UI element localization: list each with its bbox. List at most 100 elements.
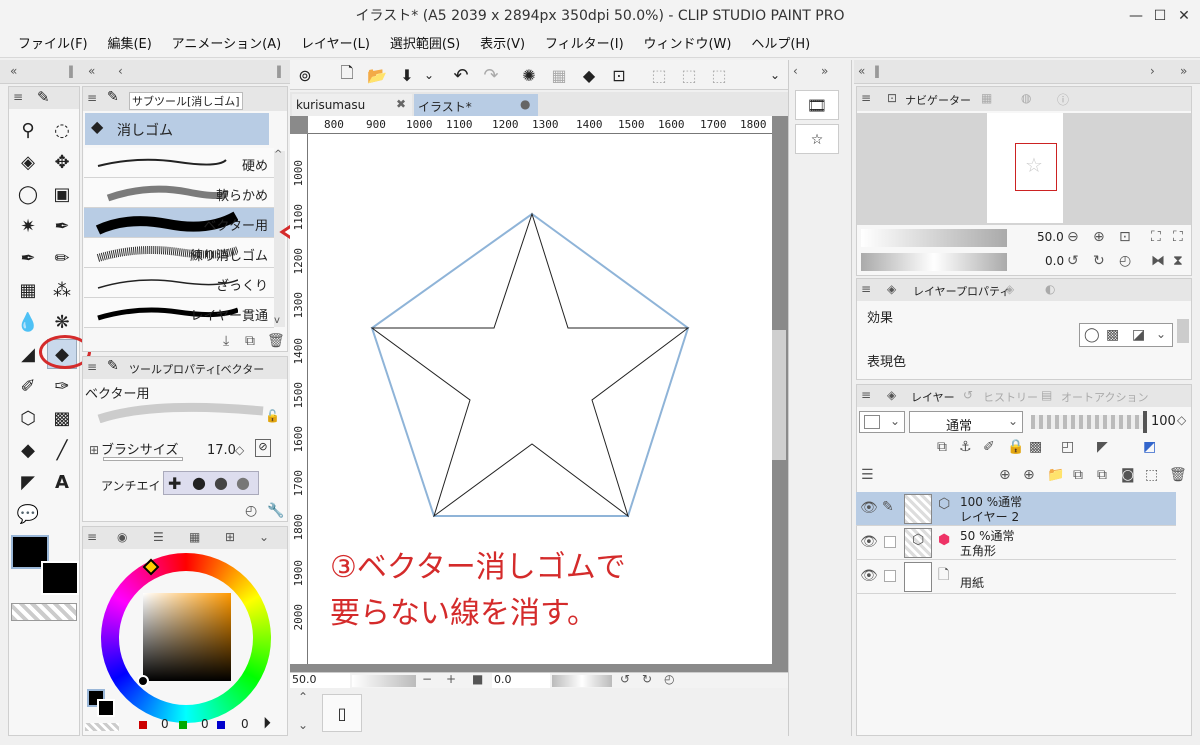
reset-rotation-icon[interactable]: ◴ <box>1119 253 1131 269</box>
canvas-vertical-scrollbar[interactable] <box>772 330 786 460</box>
collapse-left-icon[interactable]: « <box>88 64 95 78</box>
mask-icon[interactable]: ◰ <box>1061 439 1074 455</box>
magic-wand-icon[interactable]: ✷ <box>13 211 43 241</box>
menu-icon[interactable]: ≡ <box>861 282 871 296</box>
speech-bubble-icon[interactable]: 💬 <box>13 499 43 529</box>
move-icon[interactable]: ✥ <box>47 147 77 177</box>
merge-down-icon[interactable]: ⧉ <box>1097 467 1107 483</box>
aa-weak-icon[interactable]: ● <box>192 473 206 492</box>
menu-file[interactable]: ファイル(F) <box>10 32 96 58</box>
brush-item-kneaded[interactable]: 練り消しゴム <box>84 238 274 268</box>
tab-history[interactable]: ヒストリー <box>983 389 1038 405</box>
opacity-slider[interactable] <box>1031 415 1145 429</box>
download-icon[interactable]: ⤓ <box>223 333 229 349</box>
chevron-down-icon[interactable]: ⌄ <box>414 60 444 90</box>
navigator-preview[interactable]: ☆ <box>857 113 1191 225</box>
rotate-value[interactable]: 0.0 <box>492 673 550 688</box>
navigator-tab[interactable]: ナビゲーター <box>905 92 971 108</box>
intermediate-color-tab-icon[interactable]: ⊞ <box>225 530 235 544</box>
menu-icon[interactable]: ≡ <box>87 360 97 374</box>
zoom-slider[interactable] <box>352 675 416 687</box>
value-handle[interactable] <box>137 675 149 687</box>
menu-icon[interactable]: ≡ <box>87 530 97 544</box>
rotate-slider[interactable] <box>552 675 612 687</box>
menu-filter[interactable]: フィルター(I) <box>537 32 632 58</box>
undo-icon[interactable]: ↶ <box>446 60 476 90</box>
edit-pen-icon[interactable]: ✎ <box>882 499 894 515</box>
brush-size-slider[interactable] <box>103 457 183 461</box>
chevron-down-icon[interactable]: ⌄ <box>760 60 790 90</box>
chevron-down-icon[interactable]: v <box>274 315 280 326</box>
zoom-value[interactable]: 50.0 <box>290 673 350 688</box>
lock-icon[interactable]: 🔒 <box>1007 439 1024 455</box>
bucket-icon[interactable]: ◆ <box>13 435 43 465</box>
visibility-eye-icon[interactable]: 👁 <box>860 568 878 584</box>
chevron-down-icon[interactable]: ⌄ <box>298 718 308 732</box>
color-wheel-tab-icon[interactable]: ◉ <box>117 530 127 544</box>
chevron-down-icon[interactable]: ⌄ <box>259 530 269 544</box>
reference-layer-icon[interactable]: ⚓ <box>959 439 972 455</box>
transparent-color-swatch[interactable] <box>11 603 77 621</box>
navigator-rotate-slider[interactable] <box>861 253 1007 271</box>
layer-search-icon[interactable]: ◈ <box>1005 282 1014 296</box>
aa-strong-icon[interactable]: ● <box>236 473 250 492</box>
navigator-zoom-slider[interactable] <box>861 229 1007 247</box>
visibility-eye-icon[interactable]: 👁 <box>860 534 878 550</box>
material-star-icon[interactable]: ☆ <box>795 124 839 154</box>
menu-help[interactable]: ヘルプ(H) <box>743 32 818 58</box>
chevron-up-icon[interactable]: ^ <box>274 149 282 160</box>
tab-auto-action[interactable]: オートアクション <box>1061 389 1148 405</box>
layer-color-toggle-icon[interactable]: ◩ <box>1143 439 1156 455</box>
layer-row-pentagon[interactable]: 👁 ⬡ ⬢ 50 %通常 五角形 <box>856 526 1176 560</box>
fill-icon[interactable]: ◆ <box>574 60 604 90</box>
color-slider-tab-icon[interactable]: ☰ <box>153 530 164 544</box>
zoom-in-icon[interactable]: + <box>446 672 456 686</box>
transfer-down-icon[interactable]: ⧉ <box>1073 467 1083 483</box>
gradient-icon[interactable]: ▩ <box>47 403 77 433</box>
blend-mode-select[interactable]: 通常 ⌄ <box>909 411 1023 434</box>
layer-color-icon[interactable]: ◪ <box>1132 327 1145 343</box>
layer-move-icon[interactable]: ◈ <box>13 147 43 177</box>
chevron-down-icon[interactable]: ⌄ <box>1156 327 1166 341</box>
pencil-icon[interactable]: ✏ <box>47 243 77 273</box>
tone-effect-icon[interactable]: ▩ <box>1106 327 1119 343</box>
blend-icon[interactable]: 💧 <box>13 307 43 337</box>
settings-dial-icon[interactable]: ◴ <box>245 503 257 519</box>
close-button[interactable]: ✕ <box>1168 0 1200 32</box>
redo-icon[interactable]: ↷ <box>476 60 506 90</box>
collapse-left-icon[interactable]: ‹ <box>793 64 798 78</box>
clip-layer-icon[interactable]: ⧉ <box>937 439 947 455</box>
navigator-rotate-value[interactable]: 0.0 <box>1045 254 1064 268</box>
menu-icon[interactable]: ≡ <box>13 90 23 104</box>
collapse-left-icon[interactable]: « <box>858 64 865 78</box>
chevron-left-icon[interactable]: ‹ <box>118 64 123 78</box>
tab-illust[interactable]: イラスト* ● <box>414 94 538 116</box>
layer-property-tab[interactable]: レイヤープロパティ <box>913 283 1010 299</box>
timeline-icon[interactable]: ▯ <box>322 694 362 732</box>
opacity-value[interactable]: 100 <box>1151 414 1176 429</box>
triangle-ruler-icon[interactable]: ◤ <box>13 467 43 497</box>
new-file-icon[interactable]: 🗋 <box>332 60 362 90</box>
fit-screen-icon[interactable]: ⛶ <box>1151 229 1161 245</box>
lock-icon[interactable]: 🔓 <box>265 409 280 423</box>
expand-icon[interactable]: ⊞ <box>89 443 99 457</box>
layer-mask-icon[interactable]: ◙ <box>1121 467 1135 483</box>
layer-row-paper[interactable]: 👁 🗋 用紙 <box>856 560 1176 594</box>
flip-vertical-icon[interactable]: ⧗ <box>1173 253 1183 269</box>
marker-icon[interactable]: ✐ <box>13 371 43 401</box>
line-icon[interactable]: ╱ <box>47 435 77 465</box>
zoom-out-icon[interactable]: − <box>422 672 432 686</box>
zoom-out-icon[interactable]: ⊖ <box>1067 229 1079 245</box>
stop-icon[interactable]: ⊡ <box>1119 229 1131 245</box>
border-effect-icon[interactable]: ◯ <box>1084 327 1100 343</box>
copy-icon[interactable]: ⧉ <box>245 333 255 349</box>
pressure-icon[interactable]: ⊘ <box>255 439 271 457</box>
menu-icon[interactable]: ≡ <box>861 91 871 105</box>
loading-icon[interactable]: ✺ <box>514 60 544 90</box>
material-icon[interactable]: ◐ <box>1045 282 1055 296</box>
lasso-select-icon[interactable]: ◌ <box>47 115 77 145</box>
collapse-right-icon[interactable]: » <box>1180 64 1187 78</box>
eyedropper-icon[interactable]: ✒ <box>47 211 77 241</box>
tab-modified-icon[interactable]: ● <box>520 97 530 111</box>
reset-rotation-icon[interactable]: ◴ <box>664 672 674 686</box>
